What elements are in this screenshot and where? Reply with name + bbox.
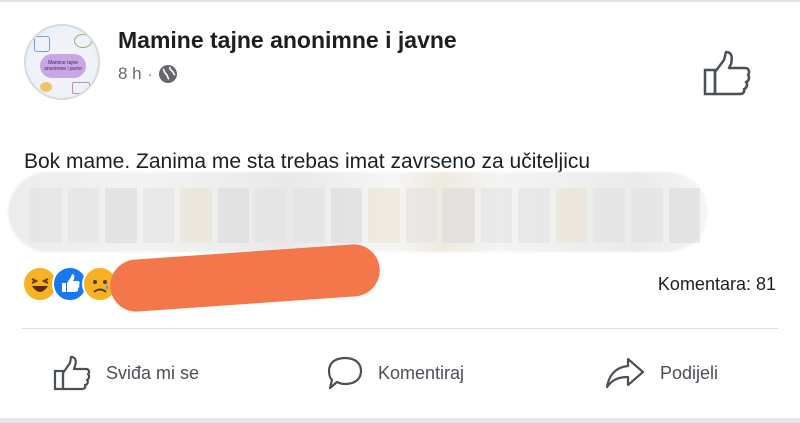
share-button[interactable]: Podijeli	[604, 350, 718, 396]
reactions-summary[interactable]	[22, 266, 118, 302]
page-avatar[interactable]: Mamine tajne anonimne i javne	[24, 24, 100, 100]
avatar-doodle	[34, 36, 50, 52]
redaction-mark	[108, 242, 382, 314]
like-button[interactable]: Sviđa mi se	[52, 350, 199, 396]
comment-button-label: Komentiraj	[378, 362, 465, 383]
comments-count[interactable]: Komentara: 81	[658, 274, 776, 295]
comment-button[interactable]: Komentiraj	[326, 350, 464, 396]
meta-separator: ·	[147, 66, 153, 82]
bottom-divider	[0, 418, 800, 423]
like-page-icon[interactable]	[702, 50, 752, 96]
like-button-label: Sviđa mi se	[106, 362, 200, 383]
share-button-label: Podijeli	[660, 362, 719, 383]
avatar-doodle	[40, 82, 52, 92]
action-divider	[22, 328, 778, 329]
page-name[interactable]: Mamine tajne anonimne i javne	[118, 27, 457, 54]
avatar-doodle	[72, 82, 90, 94]
thumbs-up-icon	[53, 355, 91, 391]
globe-icon	[159, 65, 178, 83]
post-text: Bok mame. Zanima me sta trebas imat zavr…	[24, 150, 591, 173]
top-divider	[0, 0, 800, 2]
blurred-text-pixels	[30, 188, 701, 243]
share-arrow-icon	[605, 357, 645, 389]
avatar-badge: Mamine tajne anonimne i javne	[40, 54, 86, 78]
post-time[interactable]: 8 h	[118, 64, 142, 84]
avatar-doodle	[74, 34, 92, 48]
comment-bubble-icon	[327, 356, 363, 390]
post-meta: 8 h ·	[118, 64, 178, 84]
